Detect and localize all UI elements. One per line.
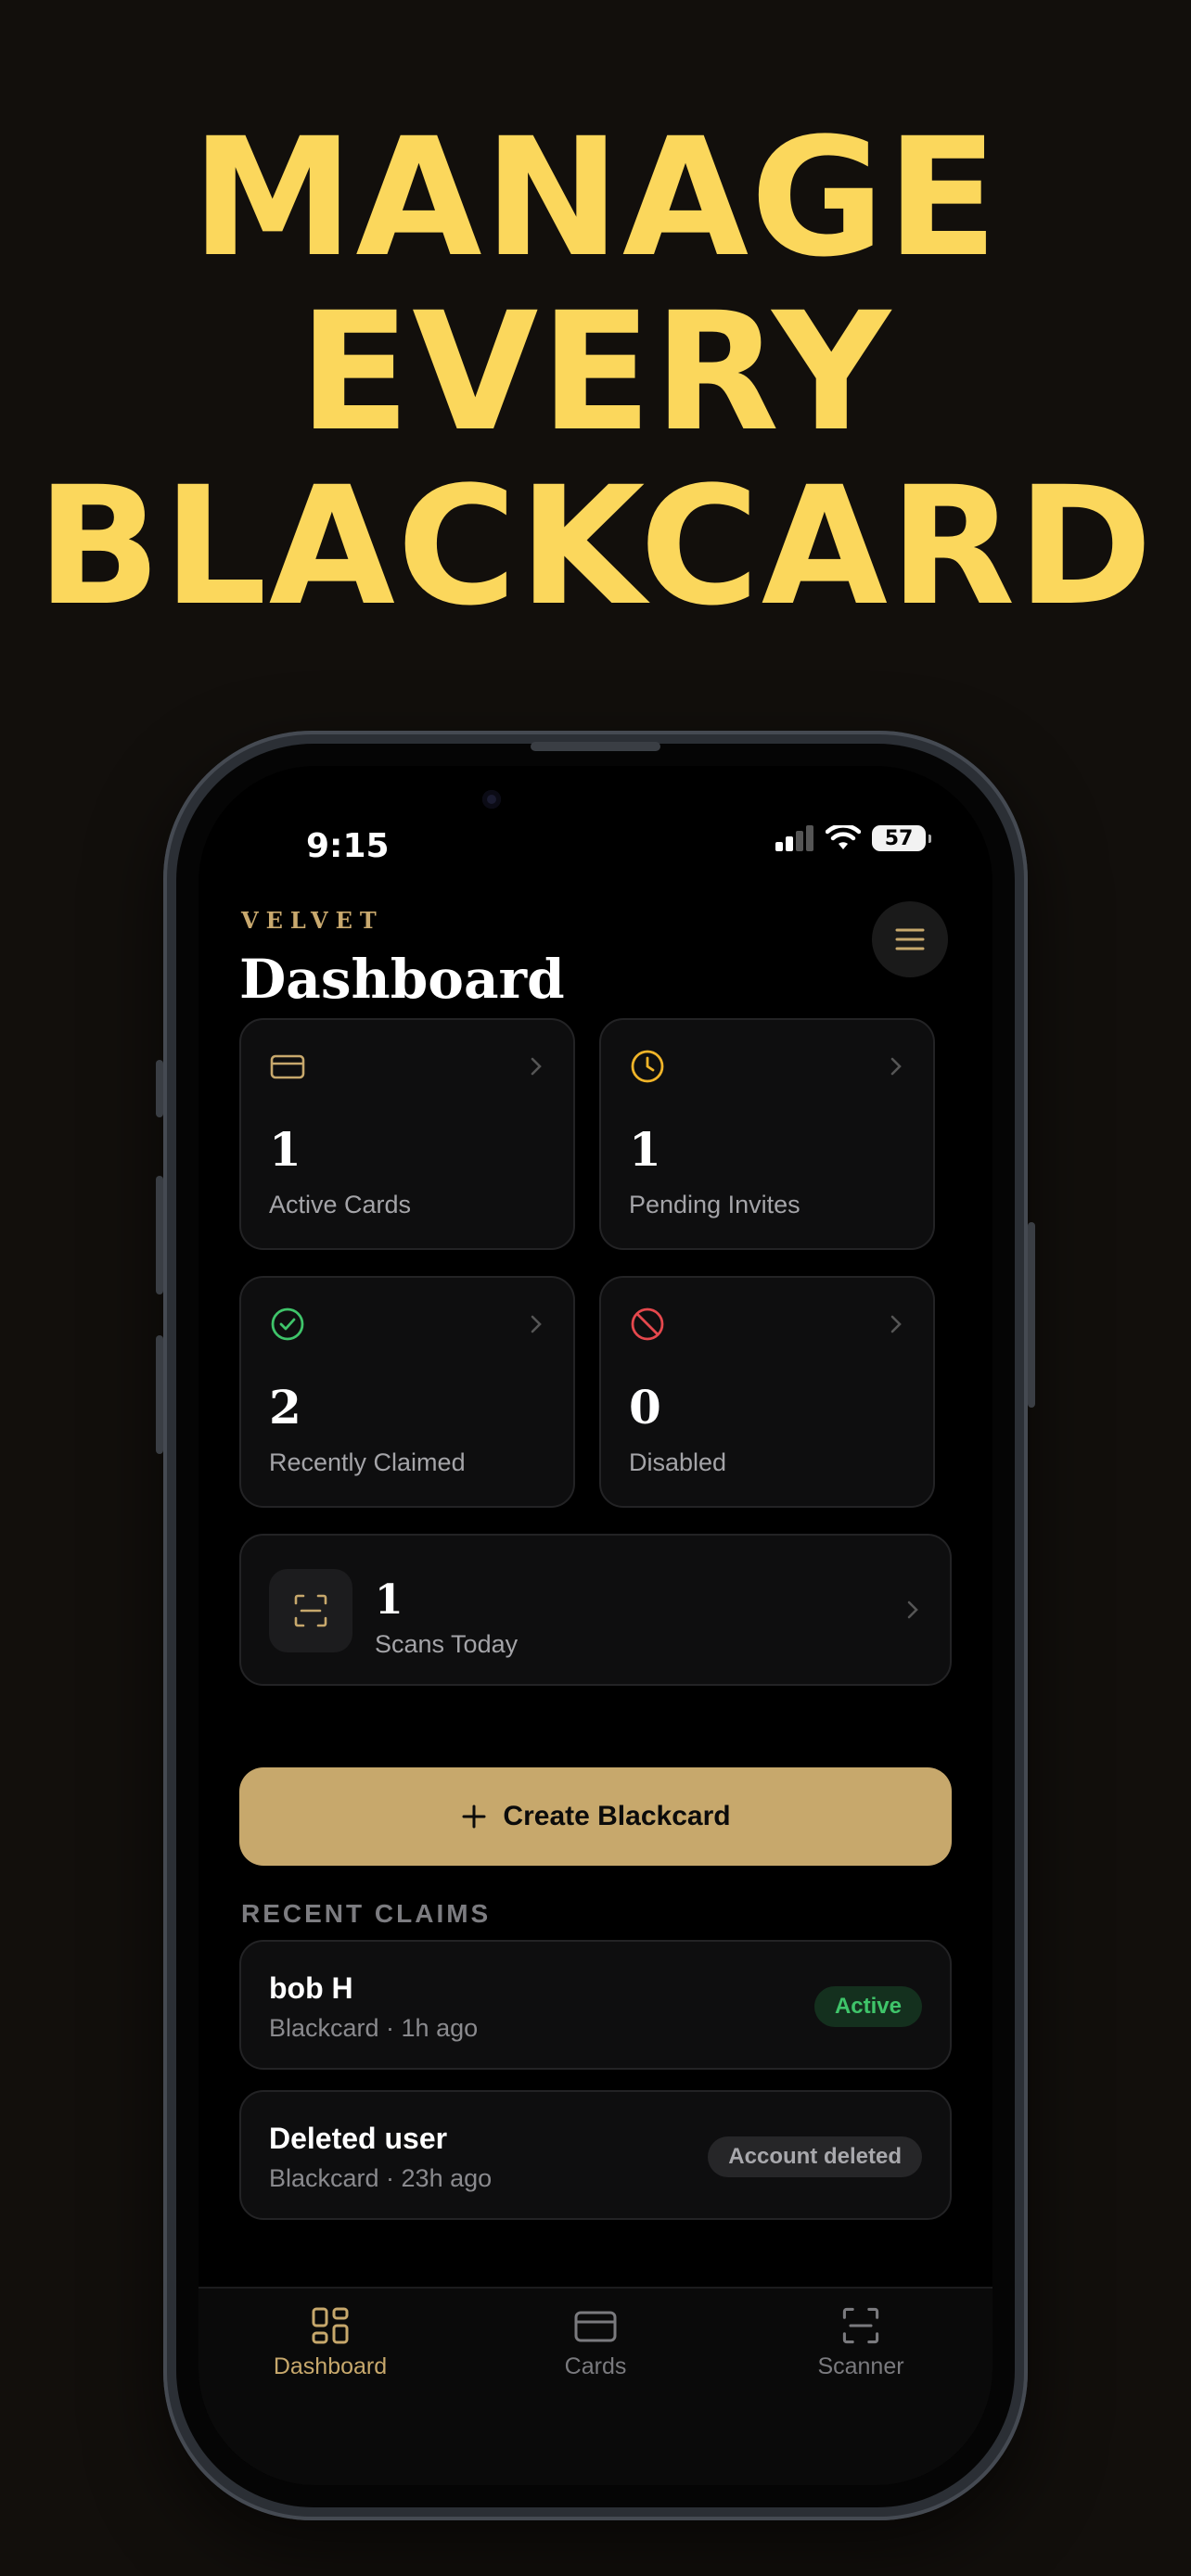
claim-subtitle: Blackcard · 1h ago — [269, 2014, 479, 2042]
stat-label: Active Cards — [269, 1191, 412, 1218]
page-title: Dashboard — [239, 948, 565, 1011]
chevron-right-icon — [531, 1057, 542, 1076]
plus-icon — [462, 1804, 486, 1829]
claim-row[interactable]: Deleted user Blackcard · 23h ago Account… — [239, 2090, 952, 2220]
tab-label: Cards — [564, 2353, 627, 2379]
ban-icon — [631, 1307, 664, 1341]
clock-icon — [631, 1050, 664, 1083]
tab-dashboard[interactable]: Dashboard — [237, 2305, 423, 2380]
stat-value: 2 — [269, 1380, 301, 1435]
check-circle-icon — [271, 1307, 304, 1341]
battery-icon: 57 — [872, 825, 931, 851]
scan-icon-container — [269, 1569, 352, 1652]
status-badge: Active — [813, 1986, 922, 2027]
scans-label: Scans Today — [375, 1630, 519, 1658]
phone-volume-down-button — [156, 1335, 163, 1454]
claim-name: Deleted user — [269, 2122, 448, 2155]
claim-name: bob H — [269, 1971, 353, 2005]
status-indicators: 57 — [775, 825, 931, 851]
stat-value: 0 — [629, 1380, 661, 1435]
chevron-right-icon — [890, 1057, 902, 1076]
scan-icon — [294, 1594, 327, 1627]
phone-action-button — [156, 1060, 163, 1117]
phone-speaker — [531, 742, 660, 751]
chevron-right-icon — [890, 1315, 902, 1333]
tab-scanner[interactable]: Scanner — [768, 2305, 954, 2380]
headline-line-2: EVERY — [298, 277, 892, 467]
phone-frame: 9:15 57 VELVET Dashboard 1 Active Cards … — [156, 731, 1035, 2520]
headline-line-3: BLACKCARD — [36, 452, 1155, 642]
promo-headline: MANAGE EVERY BLACKCARD — [0, 111, 1191, 634]
chevron-right-icon — [907, 1600, 918, 1619]
stat-label: Pending Invites — [629, 1191, 800, 1218]
chevron-right-icon — [531, 1315, 542, 1333]
claim-row[interactable]: bob H Blackcard · 1h ago Active — [239, 1940, 952, 2070]
front-camera — [482, 790, 501, 809]
scans-today-card[interactable]: 1 Scans Today — [239, 1534, 952, 1686]
phone-volume-up-button — [156, 1176, 163, 1294]
phone-power-button — [1028, 1222, 1035, 1408]
status-badge: Account deleted — [708, 2136, 922, 2177]
stat-label: Recently Claimed — [269, 1448, 466, 1476]
tab-label: Scanner — [817, 2353, 904, 2379]
tab-label: Dashboard — [273, 2353, 388, 2379]
stat-card-recently-claimed[interactable]: 2 Recently Claimed — [239, 1276, 575, 1508]
status-time: 9:15 — [306, 827, 390, 865]
brand-label: VELVET — [241, 907, 384, 934]
create-blackcard-label: Create Blackcard — [503, 1801, 731, 1831]
hamburger-icon — [895, 928, 925, 950]
scan-icon — [842, 2307, 879, 2344]
signal-icon — [775, 825, 813, 851]
recent-claims-heading: RECENT CLAIMS — [241, 1899, 492, 1928]
create-blackcard-button[interactable]: Create Blackcard — [239, 1767, 952, 1866]
stat-value: 1 — [269, 1122, 301, 1177]
menu-button[interactable] — [872, 901, 948, 977]
grid-icon — [312, 2307, 349, 2344]
stat-card-active-cards[interactable]: 1 Active Cards — [239, 1018, 575, 1250]
tab-bar: Dashboard Cards Scanner — [198, 2287, 992, 2485]
dynamic-island — [449, 766, 746, 833]
headline-line-1: MANAGE — [191, 103, 1000, 293]
stat-value: 1 — [629, 1122, 661, 1177]
scans-value: 1 — [375, 1576, 403, 1624]
tab-cards[interactable]: Cards — [503, 2305, 688, 2380]
stat-label: Disabled — [629, 1448, 727, 1476]
claim-subtitle: Blackcard · 23h ago — [269, 2164, 493, 2192]
stat-card-pending-invites[interactable]: 1 Pending Invites — [599, 1018, 935, 1250]
app-screen: 9:15 57 VELVET Dashboard 1 Active Cards … — [198, 766, 992, 2485]
card-icon — [270, 1054, 305, 1079]
stat-card-disabled[interactable]: 0 Disabled — [599, 1276, 935, 1508]
card-icon — [574, 2311, 617, 2342]
wifi-icon — [826, 825, 861, 849]
